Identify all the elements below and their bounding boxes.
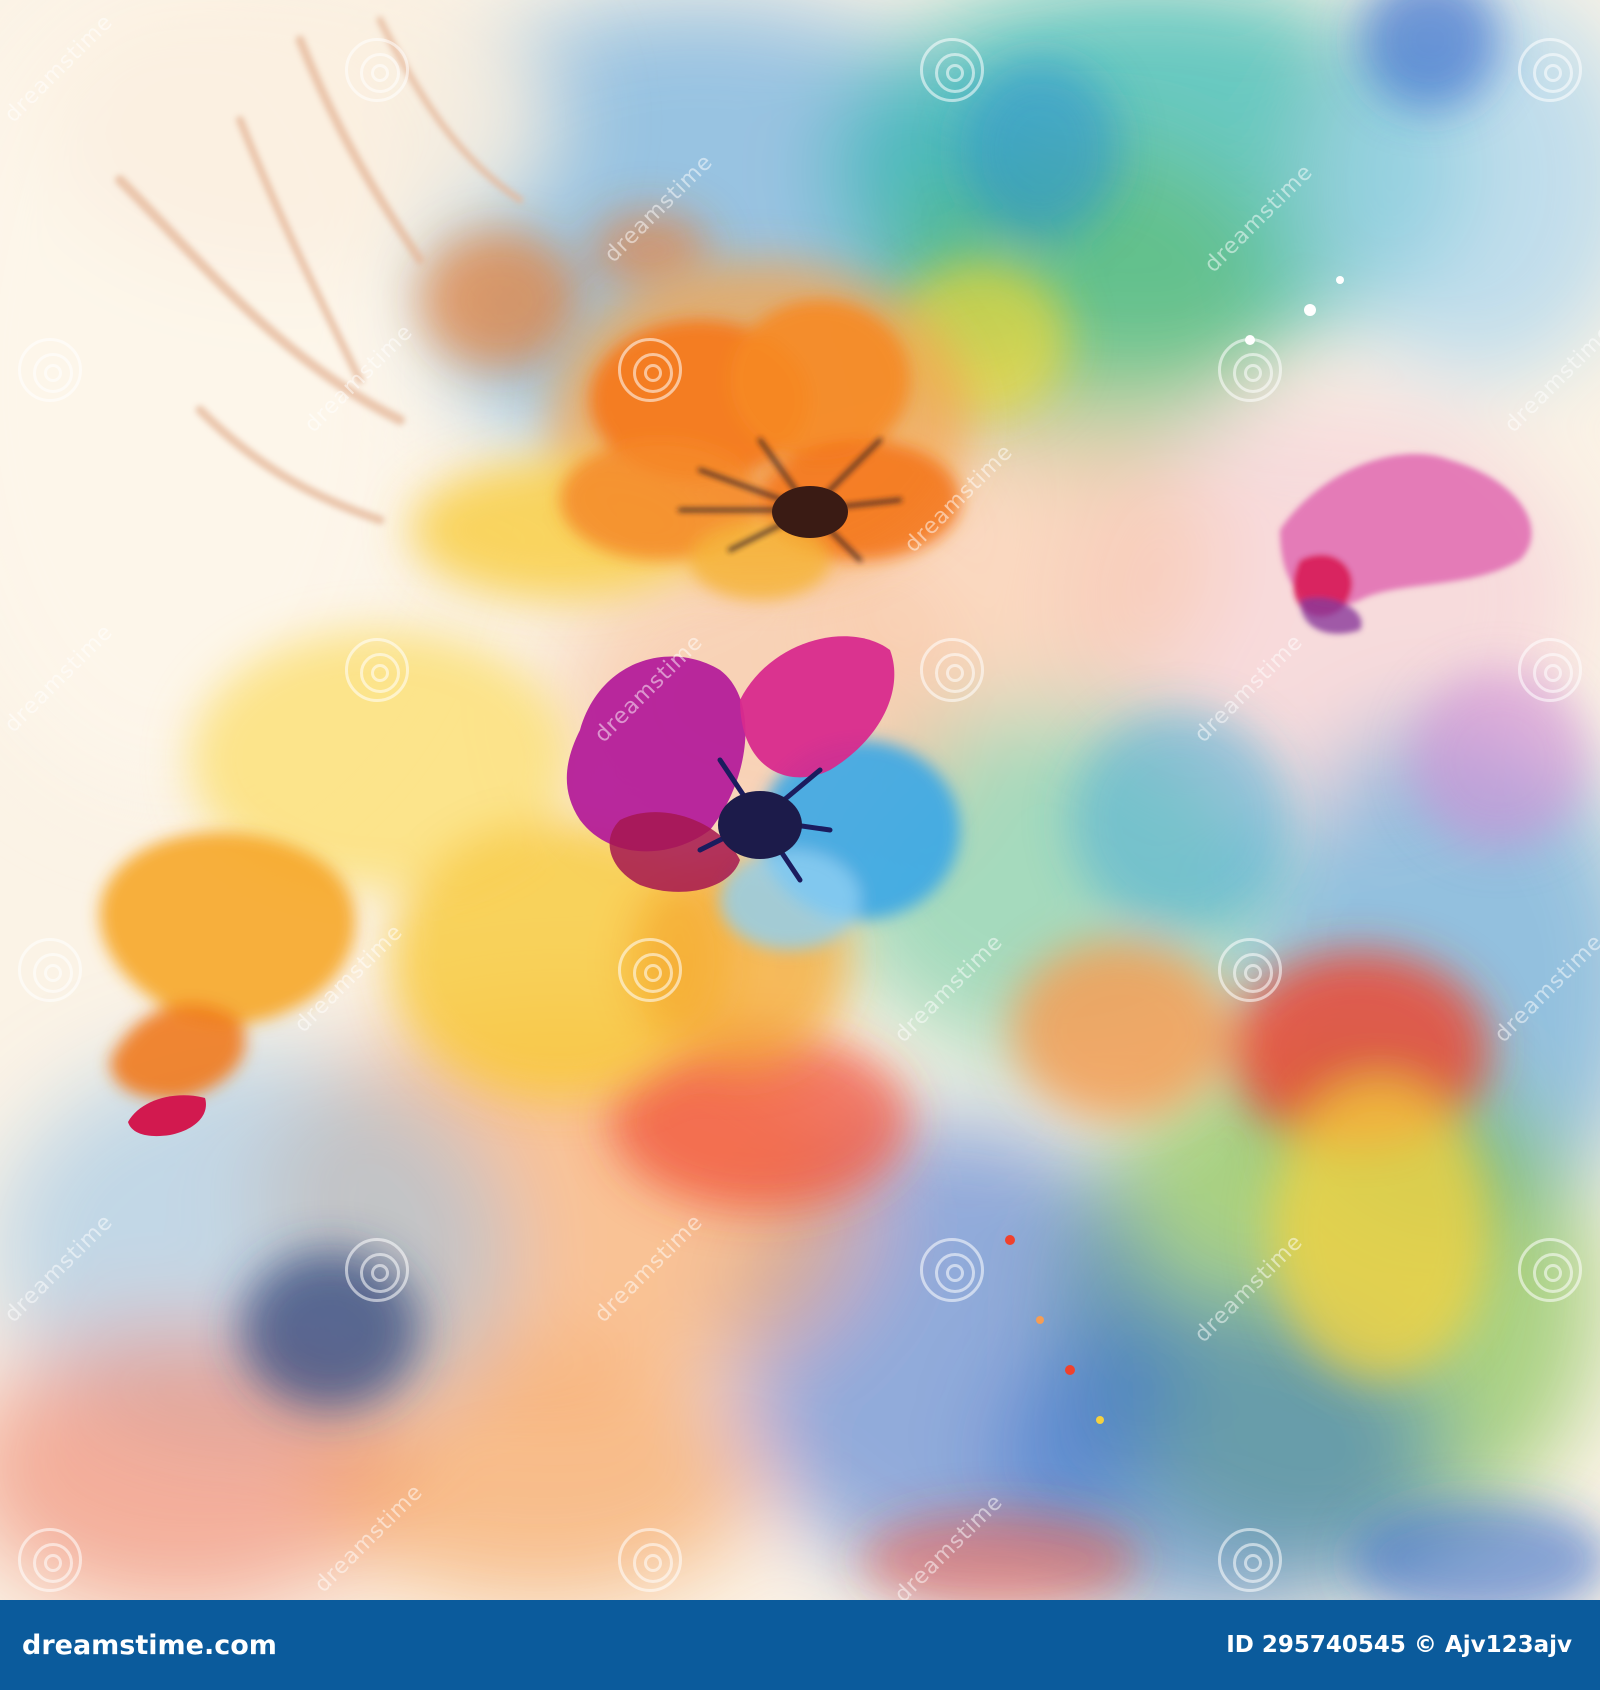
watercolor-flowers-artwork: dreamstime dreamstime dreamstime dreamst… (0, 0, 1600, 1600)
credit-footer-bar: dreamstime.com ID 295740545 © Ajv123ajv (0, 1600, 1600, 1690)
stock-image-page: dreamstime dreamstime dreamstime dreamst… (0, 0, 1600, 1690)
image-id-credit: ID 295740545 © Ajv123ajv (1226, 1632, 1572, 1658)
site-name[interactable]: dreamstime.com (22, 1630, 277, 1661)
watercolor-painting (0, 0, 1600, 1600)
